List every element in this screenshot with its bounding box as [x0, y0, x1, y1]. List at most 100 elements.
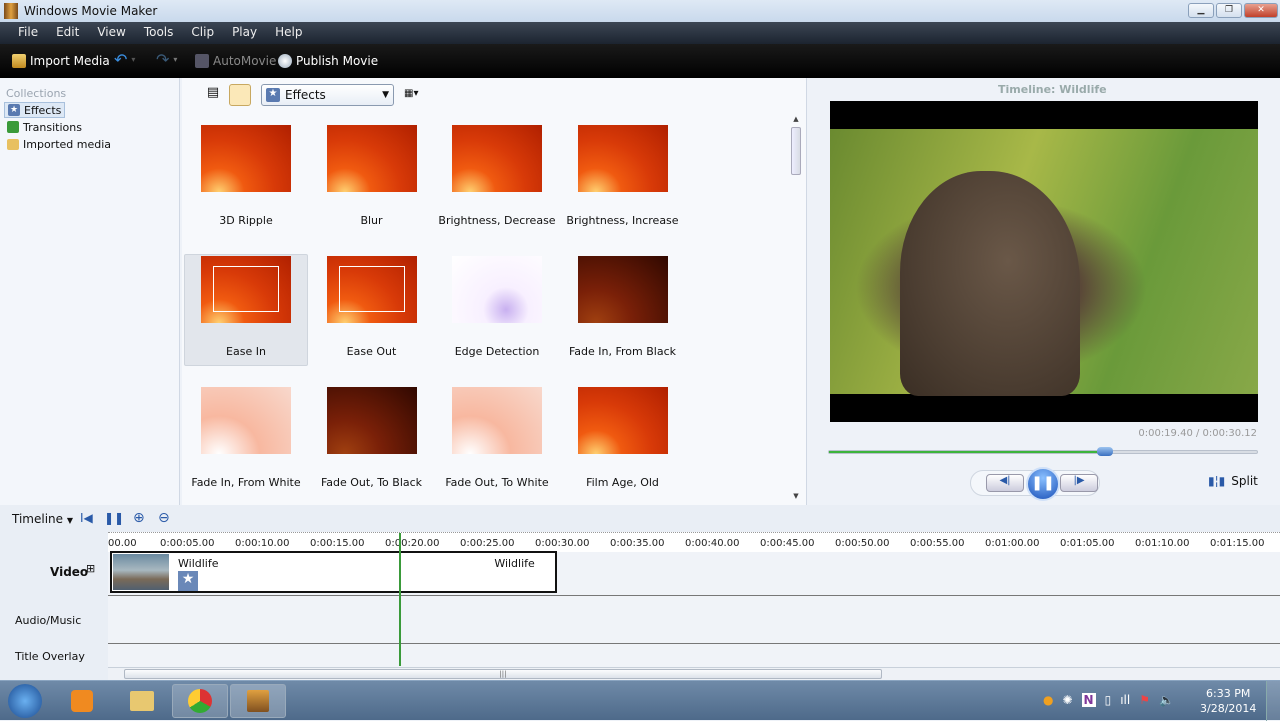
effect-thumbnail — [452, 256, 542, 323]
volume-icon[interactable]: 🔈 — [1159, 693, 1174, 707]
power-icon[interactable]: ▯ — [1105, 693, 1112, 707]
effect-item[interactable]: Blur — [310, 123, 434, 235]
effect-star-icon: ★ — [178, 571, 198, 591]
effect-thumbnail — [577, 387, 668, 454]
title-overlay-track — [108, 644, 1280, 668]
video-clip[interactable]: Wildlife Wildlife ★ — [110, 551, 557, 593]
ruler-tick-label: 0:00:05.00 — [160, 538, 215, 549]
collection-transitions[interactable]: Transitions — [4, 119, 85, 135]
taskbar-movie-maker[interactable] — [230, 684, 286, 718]
close-button[interactable]: ✕ — [1244, 3, 1278, 18]
effect-item[interactable]: 3D Ripple — [184, 123, 308, 235]
taskbar-chrome[interactable] — [172, 684, 228, 718]
thumbnails-view-button[interactable] — [229, 84, 251, 106]
automovie-button[interactable]: AutoMovie — [195, 54, 276, 68]
split-button[interactable]: ▮¦▮ Split — [1208, 474, 1258, 488]
ruler-tick-label: 0:00:45.00 — [760, 538, 815, 549]
ruler-tick-label: 0:01:00.00 — [985, 538, 1040, 549]
start-button[interactable] — [8, 684, 42, 718]
marmot-image — [900, 171, 1080, 396]
seek-bar[interactable] — [828, 450, 1258, 454]
star-icon: ★ — [266, 88, 280, 102]
title-overlay-label: Title Overlay — [15, 650, 85, 663]
antivirus-icon[interactable]: ● — [1043, 693, 1053, 707]
menu-tools[interactable]: Tools — [144, 22, 174, 39]
collection-imported-media[interactable]: Imported media — [4, 136, 114, 152]
signal-icon[interactable]: ıll — [1120, 693, 1130, 707]
timeline-scrollbar[interactable]: ||| — [108, 667, 1280, 680]
menu-clip[interactable]: Clip — [191, 22, 214, 39]
publish-icon — [278, 54, 292, 68]
effect-label: Ease Out — [346, 345, 397, 358]
ruler-tick-label: 0:00:10.00 — [235, 538, 290, 549]
effects-gallery: ▤ ★ Effects ▼ ▦▾ 3D Ripple Blur Brightness, … — [182, 78, 807, 505]
action-center-icon[interactable]: ⚑ — [1139, 693, 1150, 707]
ruler-tick-label: 0:00:35.00 — [610, 538, 665, 549]
ruler-tick-label: 0:01:10.00 — [1135, 538, 1190, 549]
effect-label: Fade Out, To Black — [320, 476, 423, 489]
ruler-tick-label: 0:01:05.00 — [1060, 538, 1115, 549]
rewind-button[interactable]: I◀ — [80, 511, 93, 525]
menu-file[interactable]: File — [18, 22, 38, 39]
effect-thumbnail — [452, 387, 542, 454]
seek-handle[interactable] — [1096, 447, 1113, 456]
menu-edit[interactable]: Edit — [56, 22, 79, 39]
time-ruler[interactable]: 00.00 0:00:05.00 0:00:10.00 0:00:15.00 0:00:… — [108, 532, 1280, 552]
clip-thumbnail — [113, 554, 169, 590]
import-media-button[interactable]: Import Media — [12, 54, 110, 68]
effect-item[interactable]: Film Age, Old — [561, 385, 685, 497]
effect-label: Ease In — [226, 345, 266, 358]
gallery-scrollbar[interactable]: ▲ ▼ — [790, 115, 802, 500]
expand-video-icon[interactable]: ⊞ — [86, 562, 95, 575]
zoom-in-button[interactable]: ⊕ — [133, 510, 145, 526]
ruler-tick-label: 0:00:20.00 — [385, 538, 440, 549]
collection-dropdown[interactable]: ★ Effects ▼ — [261, 84, 394, 106]
ruler-tick-label: 0:00:40.00 — [685, 538, 740, 549]
movie-maker-app-icon — [4, 3, 18, 19]
effect-item[interactable]: Fade Out, To White — [435, 385, 559, 497]
redo-icon: ↷ — [156, 50, 170, 69]
timeline-pause-button[interactable]: ❚❚ — [104, 511, 124, 525]
previous-frame-button[interactable]: ◀| — [986, 474, 1024, 492]
onenote-icon[interactable]: N — [1081, 693, 1096, 707]
effect-thumbnail — [452, 125, 542, 192]
effect-thumbnail — [201, 387, 291, 454]
clock[interactable]: 6:33 PM 3/28/2014 — [1200, 686, 1256, 716]
effect-item[interactable]: Ease In — [184, 254, 308, 366]
menu-help[interactable]: Help — [275, 22, 302, 39]
effect-item[interactable]: Edge Detection — [435, 254, 559, 366]
details-view-button[interactable]: ▤ — [202, 84, 224, 106]
audio-track — [108, 596, 1280, 644]
effect-item[interactable]: Ease Out — [310, 254, 434, 366]
ruler-tick-label: 0:00:50.00 — [835, 538, 890, 549]
view-options-button[interactable]: ▦▾ — [404, 88, 418, 99]
zoom-out-button[interactable]: ⊖ — [158, 510, 170, 526]
import-icon — [12, 54, 26, 68]
network-app-icon[interactable]: ✺ — [1062, 693, 1072, 707]
effect-item[interactable]: Brightness, Decrease — [435, 123, 559, 235]
undo-button[interactable]: ↶ ▾ — [114, 50, 135, 69]
show-desktop-button[interactable] — [1266, 681, 1280, 721]
publish-movie-button[interactable]: Publish Movie — [278, 54, 378, 68]
effect-label: Fade Out, To White — [445, 476, 549, 489]
taskbar-explorer[interactable] — [114, 684, 170, 718]
maximize-button[interactable]: ❐ — [1216, 3, 1242, 18]
effect-label: Fade In, From White — [191, 476, 301, 489]
video-preview[interactable] — [830, 101, 1258, 422]
menu-play[interactable]: Play — [232, 22, 257, 39]
effect-label: Brightness, Increase — [566, 214, 679, 227]
effect-item[interactable]: Brightness, Increase — [561, 123, 685, 235]
timeline-dropdown[interactable]: Timeline ▼ — [12, 512, 73, 526]
next-frame-button[interactable]: |▶ — [1060, 474, 1098, 492]
pause-button[interactable]: ❚❚ — [1026, 467, 1060, 501]
minimize-button[interactable]: ▁ — [1188, 3, 1214, 18]
effect-item[interactable]: Fade In, From White — [184, 385, 308, 497]
redo-button[interactable]: ↷ ▾ — [156, 50, 177, 69]
effect-item[interactable]: Fade In, From Black — [561, 254, 685, 366]
taskbar-media-player[interactable] — [54, 684, 110, 718]
effect-thumbnail — [326, 125, 417, 192]
effect-item[interactable]: Fade Out, To Black — [310, 385, 434, 497]
collection-effects[interactable]: ★ Effects — [4, 102, 66, 118]
menu-view[interactable]: View — [97, 22, 125, 39]
playhead[interactable] — [399, 533, 401, 666]
